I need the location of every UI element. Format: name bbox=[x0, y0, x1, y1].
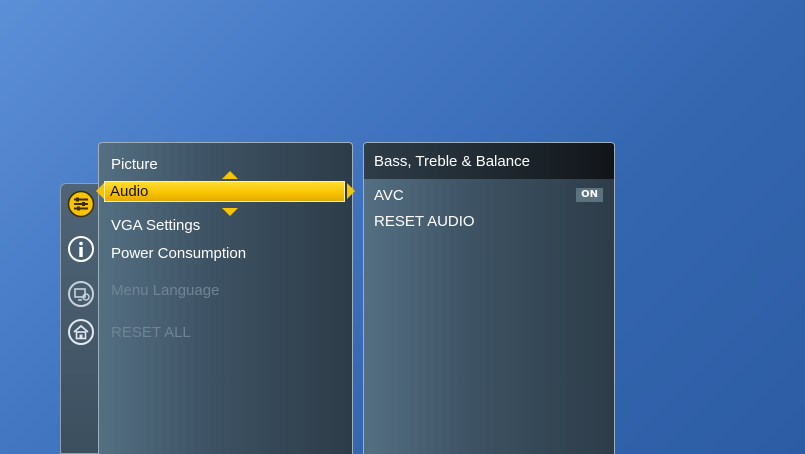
submenu-item-reset-audio[interactable]: RESET AUDIO bbox=[374, 211, 475, 233]
info-icon[interactable] bbox=[67, 235, 95, 263]
menu-item-audio-label: Audio bbox=[110, 183, 149, 200]
scroll-up-arrow-icon bbox=[222, 171, 238, 179]
submenu-item-bass-treble-balance[interactable]: Bass, Treble & Balance bbox=[374, 151, 530, 173]
avc-status-badge: ON bbox=[576, 188, 603, 202]
audio-submenu-panel: Bass, Treble & Balance AVC ON RESET AUDI… bbox=[363, 142, 615, 454]
menu-item-audio-selected[interactable]: Audio bbox=[104, 181, 345, 202]
menu-item-vga-settings[interactable]: VGA Settings bbox=[111, 215, 200, 237]
category-icon-rail bbox=[60, 183, 102, 454]
menu-item-menu-language: Menu Language bbox=[111, 282, 220, 299]
submenu-header: Bass, Treble & Balance bbox=[364, 143, 614, 179]
display-settings-icon[interactable] bbox=[67, 280, 95, 308]
menu-item-power-consumption[interactable]: Power Consumption bbox=[111, 243, 246, 265]
settings-sliders-icon[interactable] bbox=[67, 190, 95, 218]
left-arrow-icon bbox=[96, 183, 104, 199]
menu-item-picture[interactable]: Picture bbox=[111, 154, 158, 176]
right-arrow-icon bbox=[347, 183, 355, 199]
home-icon[interactable] bbox=[67, 318, 95, 346]
scroll-down-arrow-icon bbox=[222, 208, 238, 216]
submenu-item-avc[interactable]: AVC bbox=[374, 185, 404, 207]
tv-menu-screen: Picture VGA Settings Power Consumption M… bbox=[0, 0, 805, 454]
menu-item-reset-all: RESET ALL bbox=[111, 324, 191, 341]
